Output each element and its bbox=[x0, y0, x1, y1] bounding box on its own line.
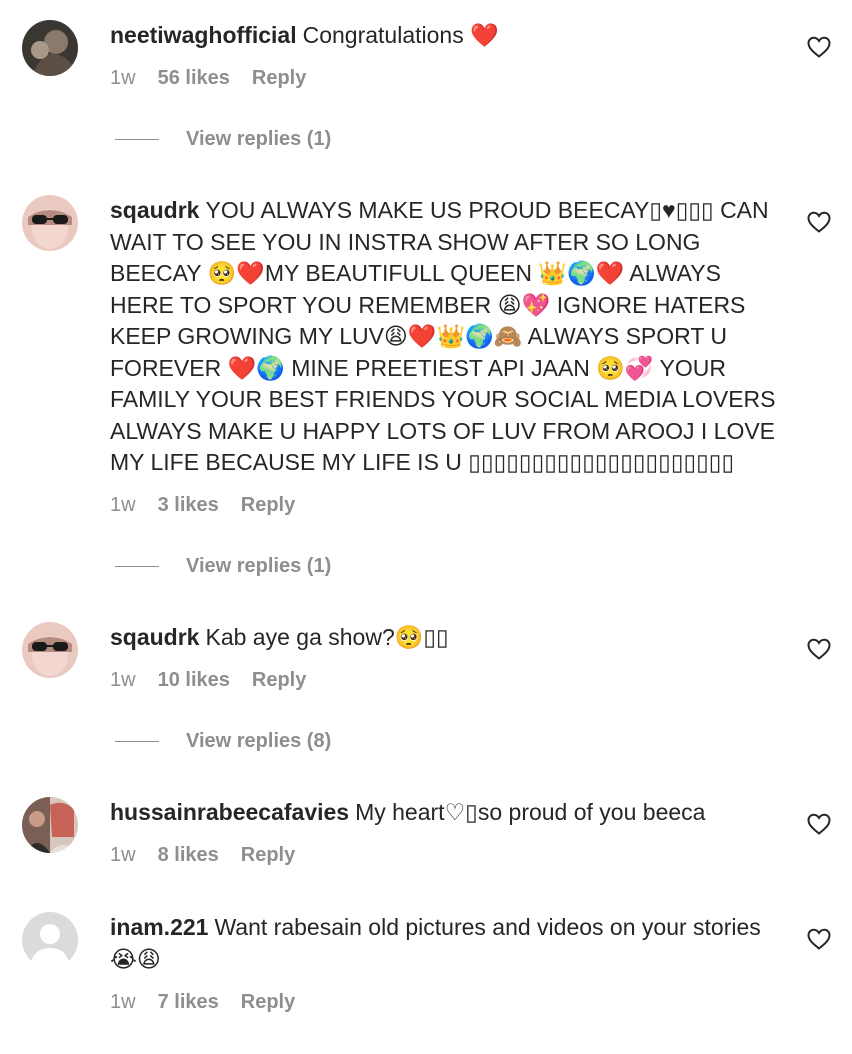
view-replies-label: View replies (1) bbox=[186, 555, 332, 577]
comment-time[interactable]: 1w bbox=[110, 991, 136, 1014]
comment-username[interactable]: neetiwaghofficial bbox=[110, 22, 297, 48]
heart-outline-icon[interactable] bbox=[807, 813, 831, 835]
comment-text: hussainrabeecafavies My heart♡▯so proud o… bbox=[110, 797, 782, 829]
comment-text: neetiwaghofficial Congratulations ❤️ bbox=[110, 20, 782, 52]
comment-text: inam.221 Want rabesain old pictures and v… bbox=[110, 912, 782, 975]
comment-time[interactable]: 1w bbox=[110, 844, 136, 867]
comment-time[interactable]: 1w bbox=[110, 67, 136, 90]
avatar[interactable] bbox=[22, 195, 78, 251]
view-replies-label: View replies (8) bbox=[186, 730, 332, 752]
replies-divider bbox=[115, 566, 159, 567]
comment-body: Congratulations ❤️ bbox=[302, 22, 499, 48]
replies-divider bbox=[115, 741, 159, 742]
comment-time[interactable]: 1w bbox=[110, 669, 136, 692]
default-avatar-icon[interactable] bbox=[22, 912, 78, 968]
comment-time[interactable]: 1w bbox=[110, 494, 136, 517]
reply-button[interactable]: Reply bbox=[241, 991, 295, 1014]
heart-outline-icon[interactable] bbox=[807, 928, 831, 950]
comment-likes[interactable]: 3 likes bbox=[158, 494, 219, 517]
comment-meta: 1w 7 likes Reply bbox=[110, 989, 782, 1015]
comment-likes[interactable]: 56 likes bbox=[158, 67, 230, 90]
comment-username[interactable]: inam.221 bbox=[110, 914, 208, 940]
comment-likes[interactable]: 7 likes bbox=[158, 991, 219, 1014]
comment-text: sqaudrk YOU ALWAYS MAKE US PROUD BEECAY▯♥… bbox=[110, 195, 782, 479]
comment-username[interactable]: hussainrabeecafavies bbox=[110, 799, 349, 825]
comment-meta: 1w 8 likes Reply bbox=[110, 843, 782, 869]
heart-outline-icon[interactable] bbox=[807, 638, 831, 660]
comment-meta: 1w 10 likes Reply bbox=[110, 668, 782, 694]
comment-username[interactable]: sqaudrk bbox=[110, 197, 199, 223]
comment-body: My heart♡▯so proud of you beeca bbox=[355, 799, 706, 825]
reply-button[interactable]: Reply bbox=[252, 67, 306, 90]
reply-button[interactable]: Reply bbox=[252, 669, 306, 692]
replies-divider bbox=[115, 139, 159, 140]
comment-likes[interactable]: 8 likes bbox=[158, 844, 219, 867]
reply-button[interactable]: Reply bbox=[241, 844, 295, 867]
avatar[interactable] bbox=[22, 20, 78, 76]
view-replies-label: View replies (1) bbox=[186, 128, 332, 150]
avatar[interactable] bbox=[22, 622, 78, 678]
comment-likes[interactable]: 10 likes bbox=[158, 669, 230, 692]
avatar[interactable] bbox=[22, 797, 78, 853]
comment-text: sqaudrk Kab aye ga show?🥺▯▯ bbox=[110, 622, 782, 654]
view-replies-button[interactable]: View replies (8) bbox=[115, 730, 331, 753]
comment-body: YOU ALWAYS MAKE US PROUD BEECAY▯♥▯▯▯ CAN… bbox=[110, 197, 776, 475]
comment-meta: 1w 3 likes Reply bbox=[110, 493, 782, 519]
view-replies-button[interactable]: View replies (1) bbox=[115, 555, 331, 578]
heart-outline-icon[interactable] bbox=[807, 36, 831, 58]
heart-outline-icon[interactable] bbox=[807, 211, 831, 233]
view-replies-button[interactable]: View replies (1) bbox=[115, 128, 331, 151]
comment-meta: 1w 56 likes Reply bbox=[110, 66, 782, 92]
comment-username[interactable]: sqaudrk bbox=[110, 624, 199, 650]
reply-button[interactable]: Reply bbox=[241, 494, 295, 517]
comment-body: Kab aye ga show?🥺▯▯ bbox=[205, 624, 449, 650]
